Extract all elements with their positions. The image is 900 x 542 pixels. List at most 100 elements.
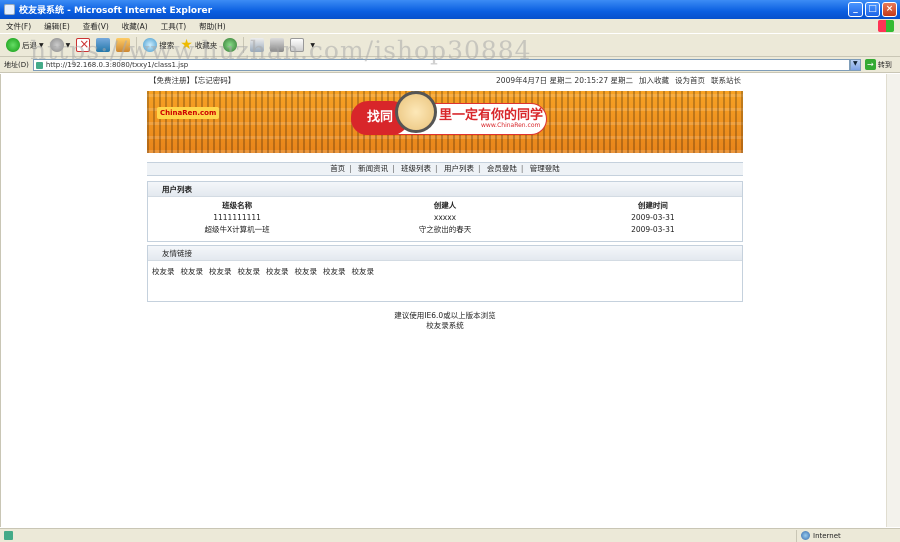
- menu-view[interactable]: 查看(V): [83, 21, 109, 32]
- footer-site-name: 校友录系统: [426, 321, 464, 330]
- menu-bar: 文件(F) 编辑(E) 查看(V) 收藏(A) 工具(T) 帮助(H): [0, 19, 900, 33]
- nav-divider: |: [520, 164, 524, 173]
- column-header: 创建时间: [637, 201, 668, 210]
- add-favorite-link[interactable]: 加入收藏: [639, 75, 669, 86]
- chevron-down-icon[interactable]: ▼: [849, 58, 861, 71]
- edit-icon[interactable]: [290, 38, 305, 52]
- windows-logo-icon: [878, 20, 894, 32]
- contact-admin-link[interactable]: 联系站长: [711, 75, 741, 86]
- friend-link[interactable]: 校友录: [323, 266, 346, 277]
- class-name-cell[interactable]: 超级牛X计算机一班: [148, 223, 326, 235]
- menu-tools[interactable]: 工具(T): [161, 21, 186, 32]
- globe-icon: [801, 531, 810, 540]
- menu-favorites[interactable]: 收藏(A): [122, 21, 148, 32]
- back-button[interactable]: 后退 ▼: [6, 38, 44, 52]
- nav-member-login[interactable]: 会员登陆: [487, 164, 517, 173]
- friend-link[interactable]: 校友录: [352, 266, 375, 277]
- created-date-cell: 2009-03-31: [631, 212, 675, 222]
- panel-spacer: [148, 235, 742, 241]
- column-header: 班级名称: [222, 201, 253, 210]
- banner-logo: ChinaRen.com: [157, 107, 220, 119]
- user-list-panel: 用户列表 班级名称 创建人 创建时间 1111111111 xxxxx 2009…: [147, 181, 743, 242]
- table-header-row: 班级名称 创建人 创建时间: [148, 197, 742, 211]
- chevron-down-icon[interactable]: ▼: [39, 42, 44, 49]
- nav-divider: |: [435, 164, 438, 173]
- mail-icon[interactable]: [250, 38, 265, 52]
- menu-file[interactable]: 文件(F): [6, 21, 31, 32]
- banner-slogan: 里一定有你的同学: [439, 108, 544, 123]
- nav-admin-login[interactable]: 管理登陆: [530, 164, 560, 173]
- friend-link[interactable]: 校友录: [181, 266, 204, 277]
- friend-link[interactable]: 校友录: [295, 266, 318, 277]
- table-row: 超级牛X计算机一班 守之欲出的春天 2009-03-31: [148, 223, 742, 235]
- nav-divider: |: [477, 164, 481, 173]
- creator-cell: 守之欲出的春天: [418, 224, 472, 234]
- nav-home[interactable]: 首页: [330, 164, 345, 173]
- go-label: 转到: [877, 60, 892, 69]
- go-arrow-icon: →: [864, 59, 876, 70]
- created-date-cell: 2009-03-31: [631, 224, 675, 234]
- title-bar: 校友录系统 - Microsoft Internet Explorer _ □ …: [0, 0, 900, 19]
- star-icon: ★: [180, 37, 193, 53]
- friend-link[interactable]: 校友录: [152, 266, 175, 277]
- nav-user-list[interactable]: 用户列表: [444, 164, 474, 173]
- media-icon[interactable]: [223, 38, 238, 52]
- refresh-icon[interactable]: [96, 38, 111, 52]
- nav-class-list[interactable]: 班级列表: [401, 164, 431, 173]
- chevron-down-icon[interactable]: ▼: [310, 42, 315, 49]
- toolbar: 后退 ▼ ▼ 搜索 ★ 收藏夹 ▼: [0, 33, 900, 57]
- current-datetime: 2009年4月7日 星期二 20:15:27 星期二: [496, 76, 633, 85]
- page-footer: 建议使用IE6.0或以上版本浏览 校友录系统: [147, 311, 743, 331]
- page-container: 【免费注册】【忘记密码】 2009年4月7日 星期二 20:15:27 星期二 …: [147, 74, 743, 331]
- banner-url: www.ChinaRen.com: [481, 122, 541, 129]
- close-button[interactable]: ×: [882, 2, 897, 17]
- nav-divider: |: [349, 164, 352, 173]
- window-title: 校友录系统 - Microsoft Internet Explorer: [19, 6, 213, 16]
- friend-link[interactable]: 校友录: [238, 266, 261, 277]
- nav-news[interactable]: 新闻资讯: [358, 164, 388, 173]
- nav-divider: |: [392, 164, 395, 173]
- set-homepage-link[interactable]: 设为首页: [675, 75, 705, 86]
- menu-help[interactable]: 帮助(H): [199, 21, 226, 32]
- menu-edit[interactable]: 编辑(E): [44, 21, 70, 32]
- vertical-scrollbar[interactable]: [886, 74, 900, 527]
- status-bar: Internet: [0, 528, 900, 542]
- go-button[interactable]: → 转到: [864, 59, 892, 70]
- register-login-links[interactable]: 【免费注册】【忘记密码】: [149, 75, 235, 86]
- search-icon: [143, 38, 158, 52]
- address-input[interactable]: http://192.168.0.3:8080/txxy1/class1.jsp: [32, 58, 850, 71]
- forward-arrow-icon: [49, 38, 64, 52]
- chevron-down-icon[interactable]: ▼: [66, 42, 71, 49]
- friend-link[interactable]: 校友录: [209, 266, 232, 277]
- print-icon[interactable]: [270, 38, 285, 52]
- back-label: 后退: [22, 40, 37, 50]
- main-nav: 首页 | 新闻资讯 | 班级列表 | 用户列表 | 会员登陆 | 管理登陆: [147, 162, 743, 176]
- friend-links-title: 友情链接: [148, 246, 742, 261]
- favorites-button[interactable]: ★ 收藏夹: [180, 38, 217, 52]
- status-message: [0, 531, 796, 540]
- magnifier-icon: [395, 91, 437, 133]
- friend-links-list: 校友录 校友录 校友录 校友录 校友录 校友录 校友录 校友录: [148, 261, 742, 277]
- page-viewport: 【免费注册】【忘记密码】 2009年4月7日 星期二 20:15:27 星期二 …: [0, 74, 900, 527]
- table-row: 1111111111 xxxxx 2009-03-31: [148, 211, 742, 223]
- browser-recommendation: 建议使用IE6.0或以上版本浏览: [394, 311, 496, 320]
- creator-cell: xxxxx: [433, 212, 457, 222]
- zone-label: Internet: [813, 531, 841, 540]
- minimize-button[interactable]: _: [848, 2, 863, 17]
- user-list-title: 用户列表: [148, 182, 742, 197]
- favorites-label: 收藏夹: [194, 40, 218, 50]
- top-info-bar: 【免费注册】【忘记密码】 2009年4月7日 星期二 20:15:27 星期二 …: [147, 74, 743, 87]
- column-header: 创建人: [433, 201, 457, 210]
- address-bar: 地址(D) http://192.168.0.3:8080/txxy1/clas…: [0, 57, 900, 73]
- maximize-button[interactable]: □: [865, 2, 880, 17]
- search-button[interactable]: 搜索: [143, 38, 174, 52]
- window-controls: _ □ ×: [848, 2, 897, 17]
- ie-page-icon: [4, 4, 15, 15]
- security-zone: Internet: [796, 529, 841, 542]
- address-label: 地址(D): [4, 60, 29, 69]
- stop-icon[interactable]: [76, 37, 91, 52]
- class-name-cell[interactable]: 1111111111: [148, 211, 326, 223]
- home-icon[interactable]: [116, 38, 131, 52]
- friend-link[interactable]: 校友录: [266, 266, 289, 277]
- forward-button[interactable]: ▼: [49, 38, 71, 52]
